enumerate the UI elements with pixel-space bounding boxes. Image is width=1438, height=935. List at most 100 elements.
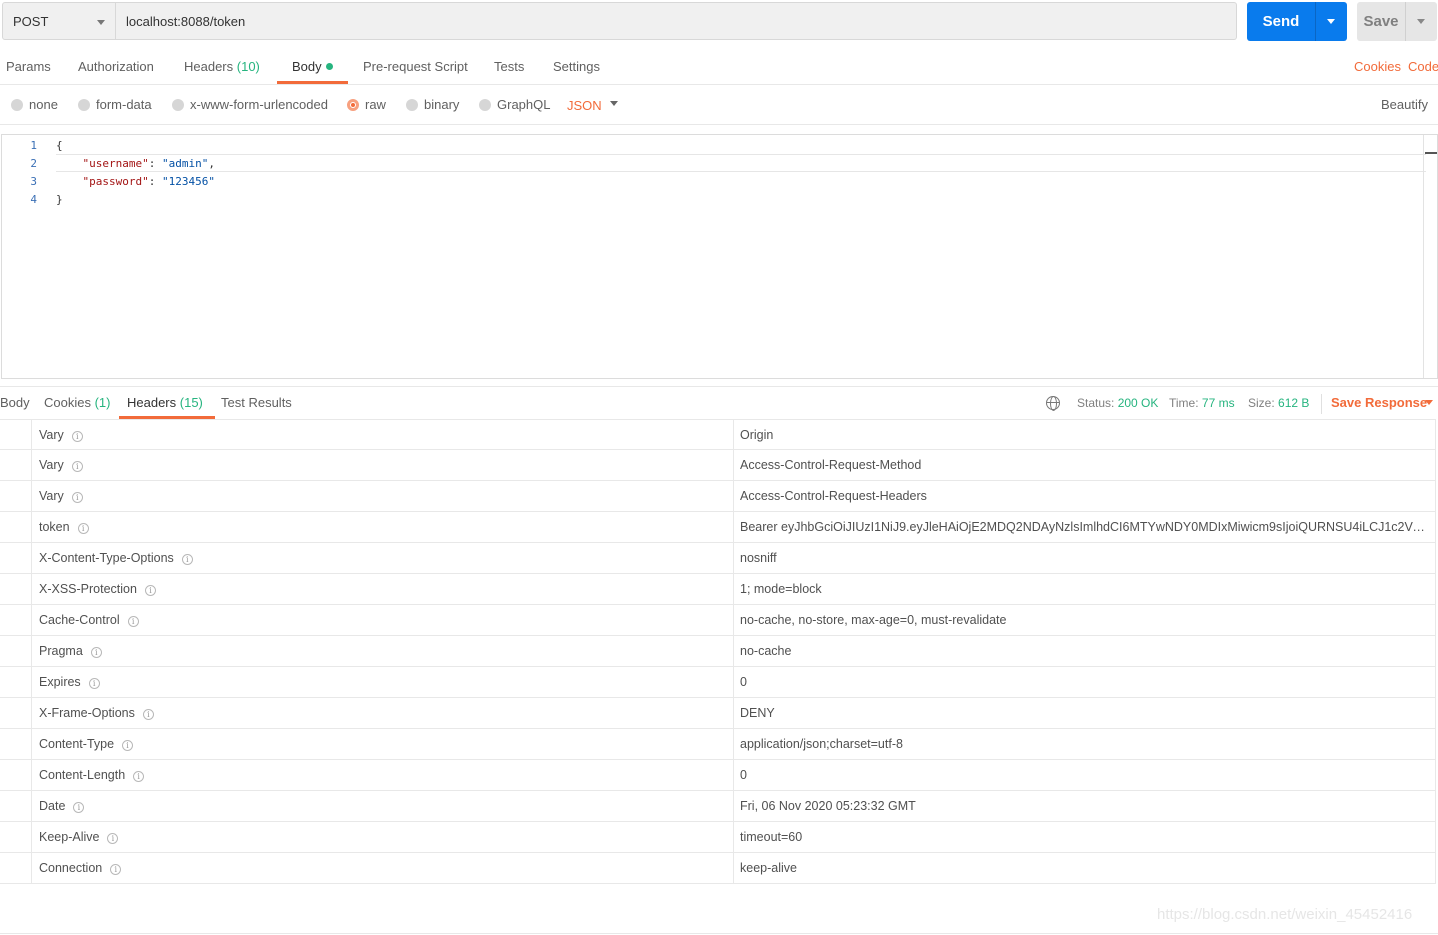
save-options-button[interactable] <box>1406 2 1437 41</box>
header-key: Vary i <box>39 481 83 512</box>
tab-headers[interactable]: Headers (10) <box>184 52 260 84</box>
column-divider <box>733 450 734 481</box>
tab-label: Params <box>6 59 51 74</box>
save-response-button[interactable]: Save Response <box>1331 388 1427 418</box>
tab-label: Body <box>292 59 322 74</box>
code-editor[interactable]: 1 2 3 4 { "username": "admin", "password… <box>1 134 1438 379</box>
header-key: X-Content-Type-Options i <box>39 543 193 574</box>
chevron-down-icon[interactable] <box>1425 400 1433 405</box>
response-tab-test-results[interactable]: Test Results <box>221 388 292 419</box>
row-border <box>1435 636 1436 667</box>
info-icon[interactable]: i <box>127 616 139 627</box>
method-select[interactable]: POST <box>2 2 116 40</box>
header-key-text: X-Frame-Options <box>39 706 135 720</box>
info-icon[interactable]: i <box>122 740 134 751</box>
tab-label: Headers <box>127 395 177 410</box>
modified-dot-icon <box>325 63 333 70</box>
send-button[interactable]: Send <box>1247 2 1347 41</box>
row-border <box>1435 822 1436 853</box>
chevron-down-icon[interactable] <box>610 101 618 106</box>
line-number: 2 <box>30 157 37 170</box>
tab-params[interactable]: Params <box>6 52 51 84</box>
status-value: 200 OK <box>1117 396 1159 410</box>
globe-icon[interactable] <box>1046 396 1060 411</box>
body-format-select[interactable]: JSON <box>567 98 602 113</box>
header-key-text: Keep-Alive <box>39 830 100 844</box>
tab-count: (10) <box>236 59 260 74</box>
table-row: X-Frame-Options i DENY <box>0 698 1436 729</box>
code-text: { <box>56 139 63 152</box>
radio-raw[interactable]: raw <box>347 98 386 114</box>
info-icon[interactable]: i <box>90 647 102 658</box>
info-icon[interactable]: i <box>88 678 100 689</box>
info-icon[interactable]: i <box>73 802 85 813</box>
radio-icon <box>479 99 491 111</box>
tab-settings[interactable]: Settings <box>553 52 600 84</box>
header-key: Keep-Alive i <box>39 822 119 853</box>
code-link[interactable]: Code <box>1408 52 1438 84</box>
info-icon[interactable]: i <box>107 833 119 844</box>
header-value: no-cache <box>740 644 792 658</box>
send-options-button[interactable] <box>1316 2 1347 41</box>
tab-label: Settings <box>553 59 600 74</box>
header-key-text: X-Content-Type-Options <box>39 551 174 565</box>
tab-tests[interactable]: Tests <box>494 52 524 84</box>
row-checkbox-cell <box>0 853 32 884</box>
header-key: Pragma i <box>39 636 102 667</box>
info-icon[interactable]: i <box>71 431 83 442</box>
radio-form-data[interactable]: form-data <box>78 98 152 114</box>
chevron-down-icon <box>97 20 105 25</box>
info-icon[interactable]: i <box>110 864 122 875</box>
status-label: Status: <box>1077 396 1115 410</box>
header-key: Content-Type i <box>39 729 134 760</box>
header-key-text: token <box>39 520 70 534</box>
table-row: X-XSS-Protection i 1; mode=block <box>0 574 1436 605</box>
row-border <box>1435 481 1436 512</box>
info-icon[interactable]: i <box>181 554 193 565</box>
header-value: Bearer eyJhbGciOiJIUzI1NiJ9.eyJleHAiOjE2… <box>740 520 1430 534</box>
radio-graphql[interactable]: GraphQL <box>479 98 550 114</box>
row-checkbox-cell <box>0 822 32 853</box>
column-divider <box>733 667 734 698</box>
response-tab-headers[interactable]: Headers (15) <box>119 388 215 419</box>
radio-x-www-form-urlencoded[interactable]: x-www-form-urlencoded <box>172 98 328 114</box>
response-tab-cookies[interactable]: Cookies (1) <box>44 388 110 419</box>
column-divider <box>733 636 734 667</box>
info-icon[interactable]: i <box>77 523 89 534</box>
table-row: Keep-Alive i timeout=60 <box>0 822 1436 853</box>
info-icon[interactable]: i <box>142 709 154 720</box>
header-value: Access-Control-Request-Headers <box>740 489 927 503</box>
info-icon[interactable]: i <box>71 461 83 472</box>
header-key-text: Pragma <box>39 644 83 658</box>
radio-none[interactable]: none <box>11 98 58 114</box>
row-border <box>1435 543 1436 574</box>
radio-icon <box>406 99 418 111</box>
row-border <box>1435 853 1436 884</box>
response-bar: Body Cookies (1) Headers (15) Test Resul… <box>0 388 1438 420</box>
row-checkbox-cell <box>0 450 32 481</box>
info-icon[interactable]: i <box>133 771 145 782</box>
radio-icon <box>11 99 23 111</box>
header-key-text: Content-Length <box>39 768 126 782</box>
beautify-link[interactable]: Beautify <box>1363 98 1428 114</box>
radio-label: x-www-form-urlencoded <box>190 97 328 112</box>
save-button[interactable]: Save <box>1357 2 1437 41</box>
row-checkbox-cell <box>0 574 32 605</box>
cookies-link[interactable]: Cookies <box>1354 52 1401 84</box>
editor-scrollbar[interactable] <box>1423 135 1424 378</box>
tab-authorization[interactable]: Authorization <box>78 52 154 84</box>
row-border <box>1435 698 1436 729</box>
info-icon[interactable]: i <box>144 585 156 596</box>
url-input[interactable]: localhost:8088/token <box>116 2 1237 40</box>
tab-label: Body <box>0 395 30 410</box>
header-value: Fri, 06 Nov 2020 05:23:32 GMT <box>740 799 916 813</box>
header-key-text: Cache-Control <box>39 613 120 627</box>
tab-label: Authorization <box>78 59 154 74</box>
response-tab-body[interactable]: Body <box>0 388 30 419</box>
header-value: DENY <box>740 706 775 720</box>
tab-pre-request-script[interactable]: Pre-request Script <box>363 52 468 84</box>
info-icon[interactable]: i <box>71 492 83 503</box>
column-divider <box>733 512 734 543</box>
radio-binary[interactable]: binary <box>406 98 459 114</box>
tab-body[interactable]: Body <box>277 52 348 84</box>
